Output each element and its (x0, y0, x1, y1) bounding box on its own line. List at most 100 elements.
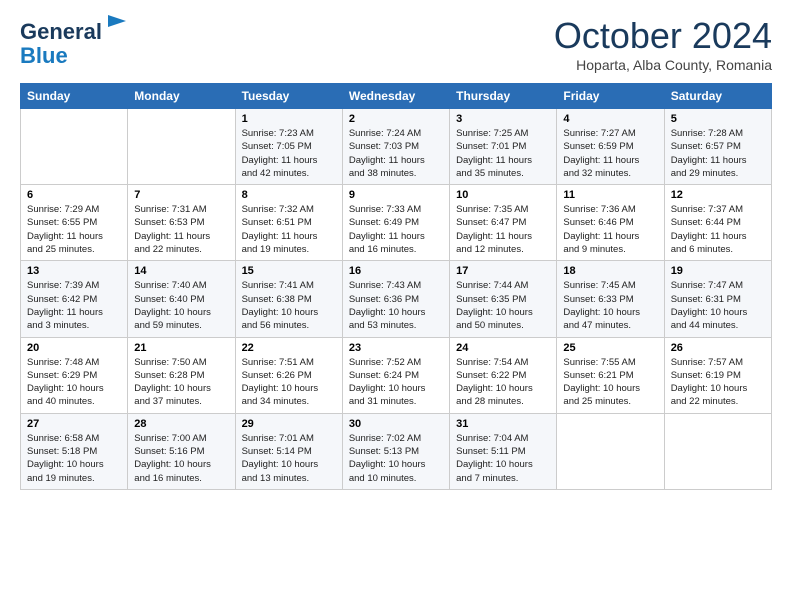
day-cell: 15 Sunrise: 7:41 AM Sunset: 6:38 PM Dayli… (235, 261, 342, 337)
day-number: 20 (27, 342, 121, 354)
day-number: 19 (671, 265, 765, 277)
logo-general-text: General (20, 19, 102, 44)
day-number: 3 (456, 113, 550, 125)
day-info: Sunrise: 7:54 AM Sunset: 6:22 PM Dayligh… (456, 356, 550, 409)
day-number: 15 (242, 265, 336, 277)
day-info: Sunrise: 7:33 AM Sunset: 6:49 PM Dayligh… (349, 203, 443, 256)
day-info: Sunrise: 7:02 AM Sunset: 5:13 PM Dayligh… (349, 432, 443, 485)
day-info: Sunrise: 7:25 AM Sunset: 7:01 PM Dayligh… (456, 127, 550, 180)
day-cell: 14 Sunrise: 7:40 AM Sunset: 6:40 PM Dayli… (128, 261, 235, 337)
day-info: Sunrise: 7:36 AM Sunset: 6:46 PM Dayligh… (563, 203, 657, 256)
day-number: 17 (456, 265, 550, 277)
column-header-thursday: Thursday (450, 84, 557, 109)
calendar-body: 1 Sunrise: 7:23 AM Sunset: 7:05 PM Daylig… (21, 109, 772, 490)
day-info: Sunrise: 7:48 AM Sunset: 6:29 PM Dayligh… (27, 356, 121, 409)
day-cell: 29Sunrise: 7:01 AM Sunset: 5:14 PM Dayli… (235, 413, 342, 489)
day-cell: 30 Sunrise: 7:02 AM Sunset: 5:13 PM Dayli… (342, 413, 449, 489)
day-cell: 5 Sunrise: 7:28 AM Sunset: 6:57 PM Daylig… (664, 109, 771, 185)
day-number: 5 (671, 113, 765, 125)
day-info: Sunrise: 7:44 AM Sunset: 6:35 PM Dayligh… (456, 279, 550, 332)
day-cell: 7 Sunrise: 7:31 AM Sunset: 6:53 PM Daylig… (128, 185, 235, 261)
column-header-sunday: Sunday (21, 84, 128, 109)
day-number: 8 (242, 189, 336, 201)
day-info: Sunrise: 6:58 AM Sunset: 5:18 PM Dayligh… (27, 432, 121, 485)
column-header-tuesday: Tuesday (235, 84, 342, 109)
day-number: 28 (134, 418, 228, 430)
day-number: 26 (671, 342, 765, 354)
week-row-1: 1 Sunrise: 7:23 AM Sunset: 7:05 PM Daylig… (21, 109, 772, 185)
day-cell: 19 Sunrise: 7:47 AM Sunset: 6:31 PM Dayli… (664, 261, 771, 337)
day-cell: 6 Sunrise: 7:29 AM Sunset: 6:55 PM Daylig… (21, 185, 128, 261)
day-info: Sunrise: 7:40 AM Sunset: 6:40 PM Dayligh… (134, 279, 228, 332)
day-info: Sunrise: 7:39 AM Sunset: 6:42 PM Dayligh… (27, 279, 121, 332)
day-info: Sunrise: 7:29 AM Sunset: 6:55 PM Dayligh… (27, 203, 121, 256)
day-number: 7 (134, 189, 228, 201)
location-text: Hoparta, Alba County, Romania (554, 57, 772, 73)
day-number: 24 (456, 342, 550, 354)
day-cell: 4 Sunrise: 7:27 AM Sunset: 6:59 PM Daylig… (557, 109, 664, 185)
day-info: Sunrise: 7:47 AM Sunset: 6:31 PM Dayligh… (671, 279, 765, 332)
calendar-header: SundayMondayTuesdayWednesdayThursdayFrid… (21, 84, 772, 109)
day-cell: 22 Sunrise: 7:51 AM Sunset: 6:26 PM Dayli… (235, 337, 342, 413)
week-row-3: 13 Sunrise: 7:39 AM Sunset: 6:42 PM Dayli… (21, 261, 772, 337)
day-number: 21 (134, 342, 228, 354)
day-info: Sunrise: 7:31 AM Sunset: 6:53 PM Dayligh… (134, 203, 228, 256)
day-info: Sunrise: 7:51 AM Sunset: 6:26 PM Dayligh… (242, 356, 336, 409)
day-number: 16 (349, 265, 443, 277)
day-cell: 8 Sunrise: 7:32 AM Sunset: 6:51 PM Daylig… (235, 185, 342, 261)
day-cell: 24 Sunrise: 7:54 AM Sunset: 6:22 PM Dayli… (450, 337, 557, 413)
day-info: Sunrise: 7:55 AM Sunset: 6:21 PM Dayligh… (563, 356, 657, 409)
day-cell: 11 Sunrise: 7:36 AM Sunset: 6:46 PM Dayli… (557, 185, 664, 261)
day-number: 9 (349, 189, 443, 201)
day-number: 18 (563, 265, 657, 277)
day-number: 12 (671, 189, 765, 201)
day-info: Sunrise: 7:04 AM Sunset: 5:11 PM Dayligh… (456, 432, 550, 485)
day-info: Sunrise: 7:37 AM Sunset: 6:44 PM Dayligh… (671, 203, 765, 256)
day-cell: 16Sunrise: 7:43 AM Sunset: 6:36 PM Dayli… (342, 261, 449, 337)
day-number: 13 (27, 265, 121, 277)
day-info: Sunrise: 7:28 AM Sunset: 6:57 PM Dayligh… (671, 127, 765, 180)
week-row-2: 6 Sunrise: 7:29 AM Sunset: 6:55 PM Daylig… (21, 185, 772, 261)
day-number: 11 (563, 189, 657, 201)
day-number: 6 (27, 189, 121, 201)
day-number: 27 (27, 418, 121, 430)
week-row-4: 20 Sunrise: 7:48 AM Sunset: 6:29 PM Dayli… (21, 337, 772, 413)
column-header-wednesday: Wednesday (342, 84, 449, 109)
day-cell: 25Sunrise: 7:55 AM Sunset: 6:21 PM Dayli… (557, 337, 664, 413)
day-number: 23 (349, 342, 443, 354)
day-info: Sunrise: 7:23 AM Sunset: 7:05 PM Dayligh… (242, 127, 336, 180)
column-header-monday: Monday (128, 84, 235, 109)
day-info: Sunrise: 7:50 AM Sunset: 6:28 PM Dayligh… (134, 356, 228, 409)
day-number: 4 (563, 113, 657, 125)
day-info: Sunrise: 7:24 AM Sunset: 7:03 PM Dayligh… (349, 127, 443, 180)
day-number: 14 (134, 265, 228, 277)
calendar-table: SundayMondayTuesdayWednesdayThursdayFrid… (20, 83, 772, 490)
day-cell: 2 Sunrise: 7:24 AM Sunset: 7:03 PM Daylig… (342, 109, 449, 185)
day-number: 1 (242, 113, 336, 125)
day-cell: 1 Sunrise: 7:23 AM Sunset: 7:05 PM Daylig… (235, 109, 342, 185)
day-cell: 12 Sunrise: 7:37 AM Sunset: 6:44 PM Dayli… (664, 185, 771, 261)
day-info: Sunrise: 7:57 AM Sunset: 6:19 PM Dayligh… (671, 356, 765, 409)
day-number: 2 (349, 113, 443, 125)
day-number: 30 (349, 418, 443, 430)
day-number: 22 (242, 342, 336, 354)
day-info: Sunrise: 7:41 AM Sunset: 6:38 PM Dayligh… (242, 279, 336, 332)
day-cell (557, 413, 664, 489)
column-header-friday: Friday (557, 84, 664, 109)
day-info: Sunrise: 7:32 AM Sunset: 6:51 PM Dayligh… (242, 203, 336, 256)
day-cell (664, 413, 771, 489)
day-info: Sunrise: 7:35 AM Sunset: 6:47 PM Dayligh… (456, 203, 550, 256)
day-cell: 27 Sunrise: 6:58 AM Sunset: 5:18 PM Dayli… (21, 413, 128, 489)
day-info: Sunrise: 7:45 AM Sunset: 6:33 PM Dayligh… (563, 279, 657, 332)
day-cell (128, 109, 235, 185)
page-header: General Blue October 2024 Hoparta, Alba … (20, 15, 772, 73)
day-number: 29 (242, 418, 336, 430)
day-cell: 17 Sunrise: 7:44 AM Sunset: 6:35 PM Dayli… (450, 261, 557, 337)
day-cell: 3 Sunrise: 7:25 AM Sunset: 7:01 PM Daylig… (450, 109, 557, 185)
column-header-saturday: Saturday (664, 84, 771, 109)
month-title: October 2024 (554, 15, 772, 57)
day-cell: 18 Sunrise: 7:45 AM Sunset: 6:33 PM Dayli… (557, 261, 664, 337)
day-cell: 23Sunrise: 7:52 AM Sunset: 6:24 PM Dayli… (342, 337, 449, 413)
day-info: Sunrise: 7:00 AM Sunset: 5:16 PM Dayligh… (134, 432, 228, 485)
day-info: Sunrise: 7:27 AM Sunset: 6:59 PM Dayligh… (563, 127, 657, 180)
